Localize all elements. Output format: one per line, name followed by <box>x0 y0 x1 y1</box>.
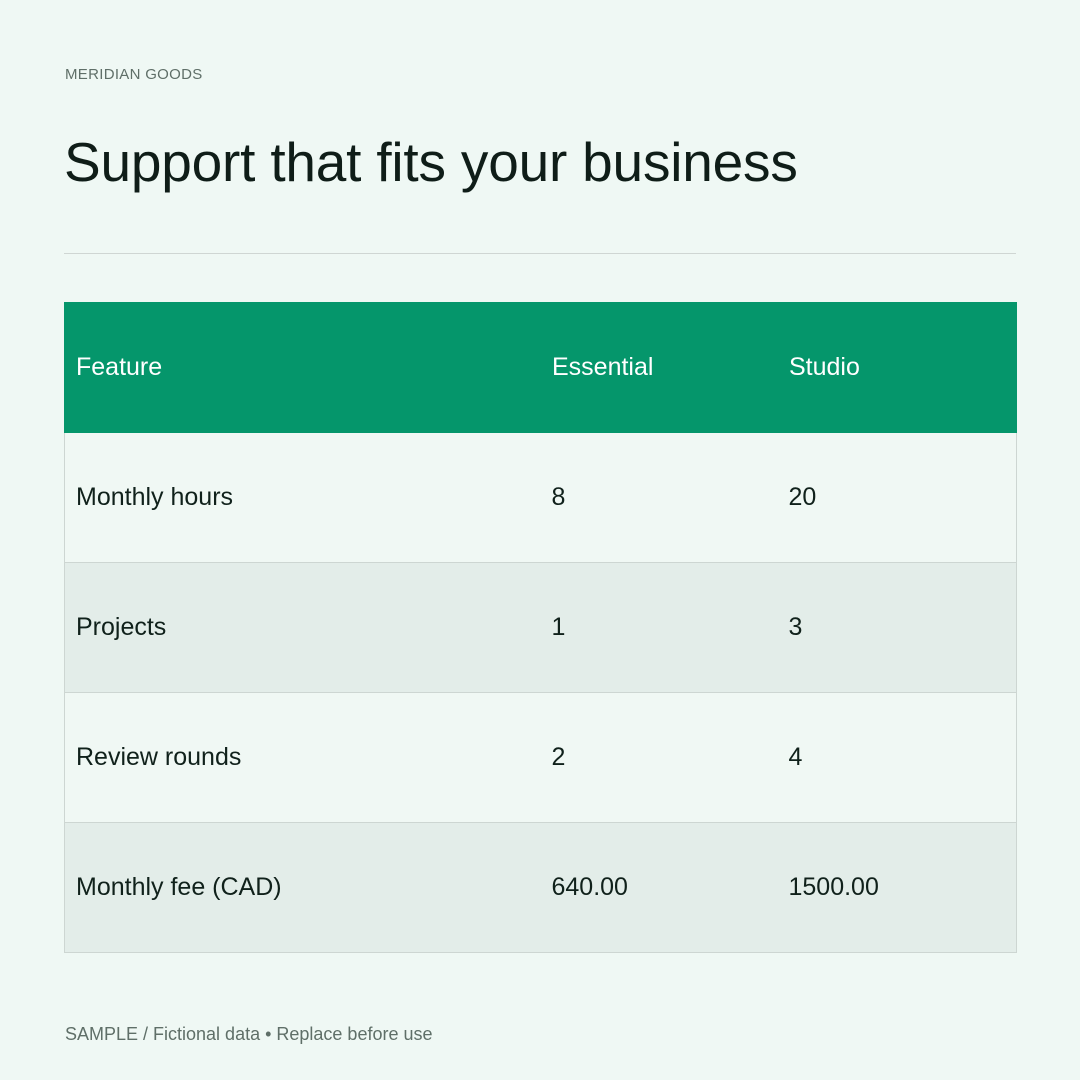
feature-cell: Review rounds <box>64 692 541 823</box>
studio-cell: 3 <box>777 562 1017 693</box>
page-title: Support that fits your business <box>64 131 798 193</box>
comparison-table: Feature Essential Studio Monthly hours 8… <box>64 302 1017 953</box>
header-feature: Feature <box>64 302 541 433</box>
essential-cell: 640.00 <box>540 822 778 953</box>
essential-cell: 8 <box>540 432 778 563</box>
essential-cell: 2 <box>540 692 778 823</box>
table-row: Monthly fee (CAD) 640.00 1500.00 <box>64 822 1017 953</box>
brand-label: MERIDIAN GOODS <box>65 66 203 83</box>
studio-cell: 1500.00 <box>777 822 1017 953</box>
table-row: Projects 1 3 <box>64 562 1017 693</box>
feature-cell: Projects <box>64 562 541 693</box>
table-header-row: Feature Essential Studio <box>64 302 1017 433</box>
feature-cell: Monthly fee (CAD) <box>64 822 541 953</box>
studio-cell: 4 <box>777 692 1017 823</box>
feature-cell: Monthly hours <box>64 432 541 563</box>
divider <box>64 253 1016 254</box>
footer-note: SAMPLE / Fictional data • Replace before… <box>65 1024 433 1044</box>
essential-cell: 1 <box>540 562 778 693</box>
header-studio: Studio <box>777 302 1017 433</box>
table-row: Review rounds 2 4 <box>64 692 1017 823</box>
header-essential: Essential <box>540 302 778 433</box>
studio-cell: 20 <box>777 432 1017 563</box>
table-row: Monthly hours 8 20 <box>64 432 1017 563</box>
